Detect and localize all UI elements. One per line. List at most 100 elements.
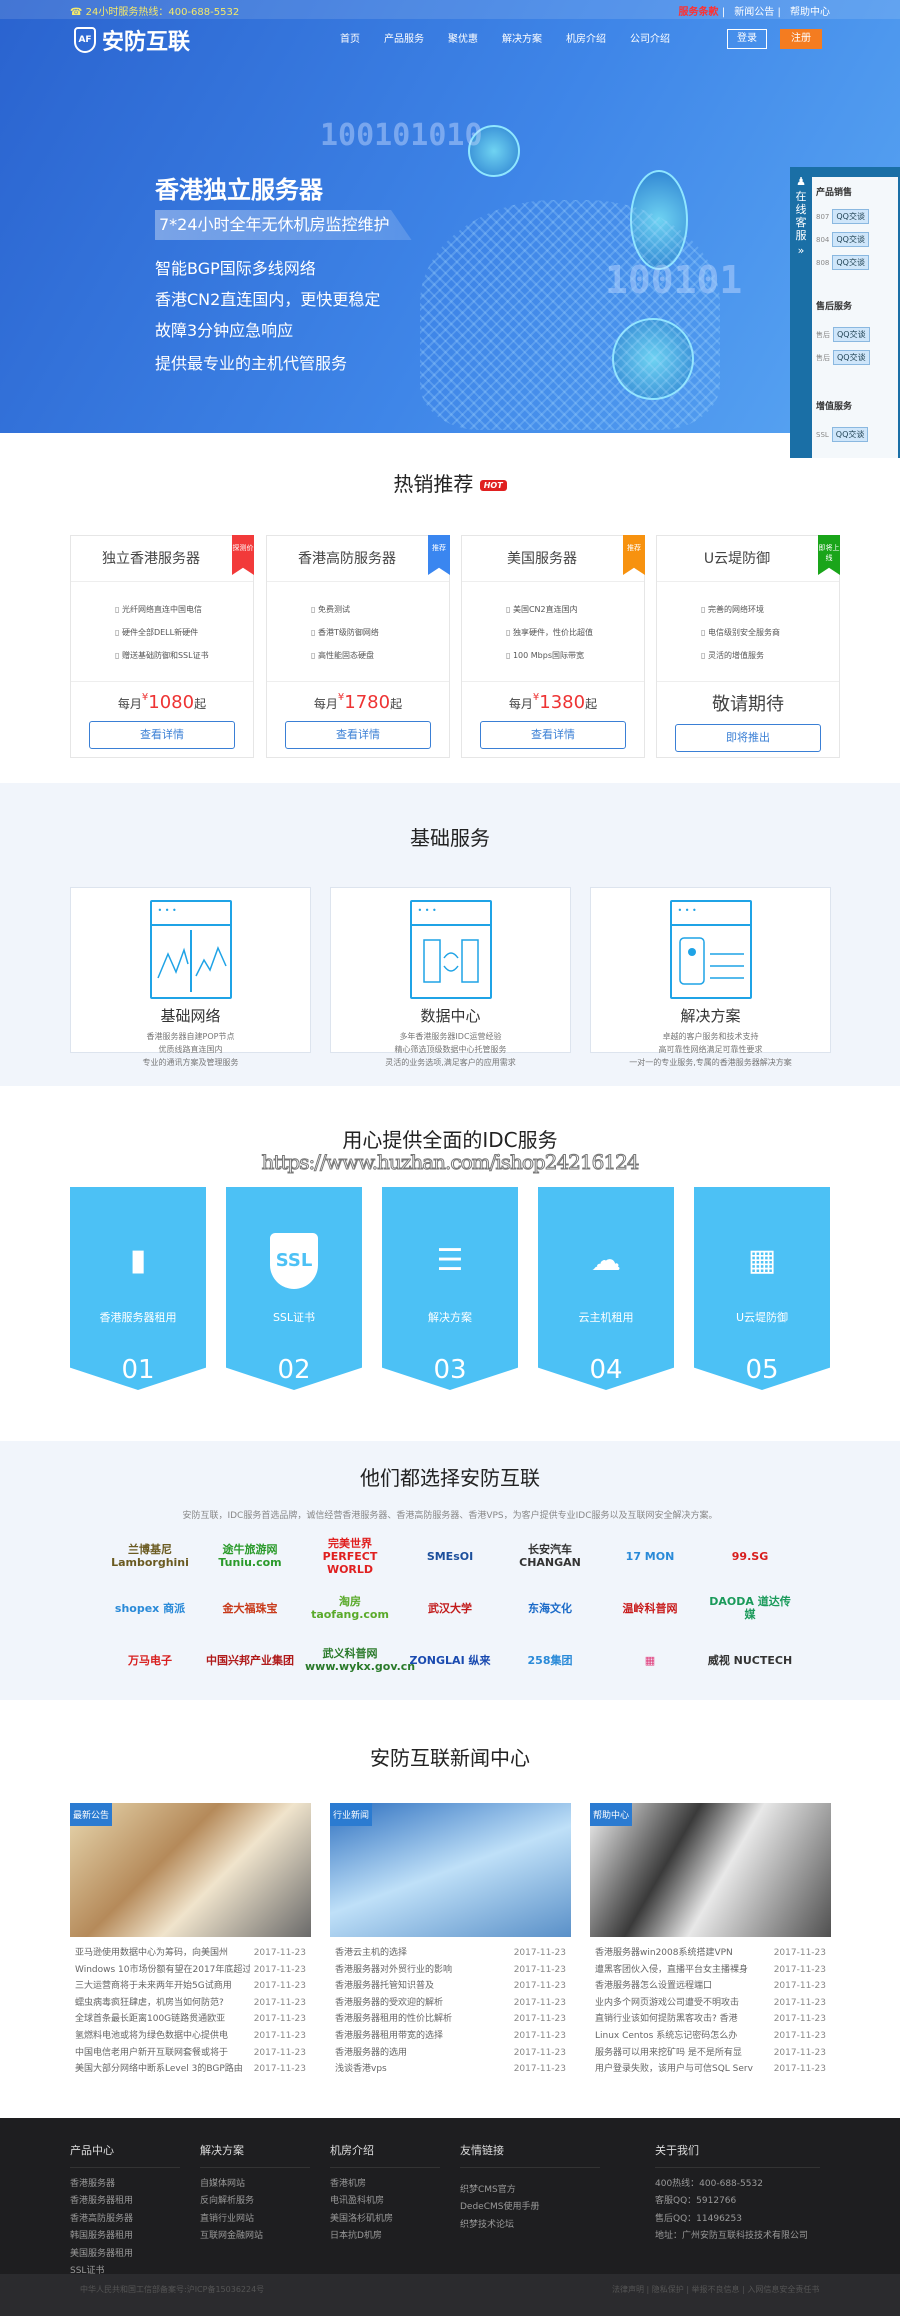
news-item[interactable]: 全球首条最长距离100G链路贯通欧亚 2017-11-23 — [75, 2011, 306, 2028]
news-item[interactable]: 亚马逊使用数据中心为筹码，向美国州 2017-11-23 — [75, 1945, 306, 1962]
footer-link[interactable]: 香港服务器租用 — [70, 2193, 180, 2211]
news-item[interactable]: 氢燃料电池或将为绿色数据中心提供电 2017-11-23 — [75, 2028, 306, 2045]
register-button[interactable]: 注册 — [780, 29, 822, 49]
footer-link[interactable]: 织梦CMS官方 — [460, 2182, 600, 2200]
footer-link[interactable]: 自媒体网站 — [200, 2176, 310, 2194]
news-item[interactable]: 浅谈香港vps 2017-11-23 — [335, 2061, 566, 2078]
news-image[interactable]: 最新公告 — [70, 1803, 311, 1937]
news-title[interactable]: 中国电信老用户新开互联网套餐或将于 — [75, 2045, 250, 2062]
idc-service-item[interactable]: ☰ 解决方案 03 — [382, 1187, 518, 1390]
footer-link[interactable]: DedeCMS使用手册 — [460, 2199, 600, 2217]
nav-solutions[interactable]: 解决方案 — [502, 30, 542, 45]
idc-service-item[interactable]: ▦ U云堤防御 05 — [694, 1187, 830, 1390]
footer-link[interactable]: 直销行业网站 — [200, 2211, 310, 2229]
news-title[interactable]: 香港服务器win2008系统搭建VPN — [595, 1945, 770, 1962]
idc-service-item[interactable]: ▮ 香港服务器租用 01 — [70, 1187, 206, 1390]
link-news[interactable]: 新闻公告 — [734, 7, 774, 18]
news-category-tag[interactable]: 最新公告 — [70, 1803, 113, 1826]
details-button[interactable]: 查看详情 — [285, 721, 431, 749]
news-item[interactable]: Windows 10市场份额有望在2017年底超过 2017-11-23 — [75, 1962, 306, 1979]
footer-link[interactable]: 美国洛杉矶机房 — [330, 2211, 440, 2229]
news-item[interactable]: 香港服务器托管知识普及 2017-11-23 — [335, 1978, 566, 1995]
service-card[interactable]: • • • 解决方案 卓越的客户服务和技术支持 高可靠性网络满足可靠性要求 一对一的… — [590, 887, 831, 1067]
link-help[interactable]: 帮助中心 — [790, 7, 830, 18]
news-item[interactable]: 香港服务器对外贸行业的影响 2017-11-23 — [335, 1962, 566, 1979]
news-item[interactable]: 香港服务器win2008系统搭建VPN 2017-11-23 — [595, 1945, 826, 1962]
login-button[interactable]: 登录 — [727, 29, 767, 49]
footer-link[interactable]: 织梦技术论坛 — [460, 2217, 600, 2235]
news-title[interactable]: 三大运营商将于未来两年开始5G试商用 — [75, 1978, 250, 1995]
nav-datacenter[interactable]: 机房介绍 — [566, 30, 606, 45]
service-card[interactable]: • • • 数据中心 多年香港服务器IDC运营经验 精心筛选顶级数据中心托管服务灵… — [330, 887, 571, 1067]
nav-deals[interactable]: 聚优惠 — [448, 30, 478, 45]
news-title[interactable]: 美国大部分网络中断系Level 3的BGP路由 — [75, 2061, 250, 2078]
news-item[interactable]: 遭黑客团伙入侵，直播平台女主播裸身 2017-11-23 — [595, 1962, 826, 1979]
details-button[interactable]: 查看详情 — [480, 721, 626, 749]
qq-chat-button[interactable]: QQ交谈 — [831, 427, 869, 442]
news-title[interactable]: Windows 10市场份额有望在2017年底超过 — [75, 1962, 250, 1979]
service-toggle[interactable]: ♟ 在线客服 » — [790, 167, 812, 458]
details-button[interactable]: 即将推出 — [675, 724, 821, 752]
news-item[interactable]: 中国电信老用户新开互联网套餐或将于 2017-11-23 — [75, 2045, 306, 2062]
news-title[interactable]: 遭黑客团伙入侵，直播平台女主播裸身 — [595, 1962, 770, 1979]
news-item[interactable]: Linux Centos 系统忘记密码怎么办 2017-11-23 — [595, 2028, 826, 2045]
qq-chat-button[interactable]: QQ交谈 — [832, 232, 869, 247]
news-item[interactable]: 业内多个网页游戏公司遭受不明攻击 2017-11-23 — [595, 1995, 826, 2012]
footer-link[interactable]: 香港服务器 — [70, 2176, 180, 2194]
news-item[interactable]: 香港服务器的受欢迎的解析 2017-11-23 — [335, 1995, 566, 2012]
news-item[interactable]: 用户登录失败，该用户与可信SQL Serv 2017-11-23 — [595, 2061, 826, 2078]
news-title[interactable]: Linux Centos 系统忘记密码怎么办 — [595, 2028, 770, 2045]
footer-link[interactable]: 韩国服务器租用 — [70, 2228, 180, 2246]
details-button[interactable]: 查看详情 — [89, 721, 235, 749]
legal-links[interactable]: 法律声明 | 隐私保护 | 举报不良信息 | 入网信息安全责任书 — [612, 2284, 819, 2295]
news-title[interactable]: 直销行业该如何提防黑客攻击? 香港 — [595, 2011, 770, 2028]
news-title[interactable]: 服务器可以用来挖矿吗 是不是所有显 — [595, 2045, 770, 2062]
news-item[interactable]: 香港云主机的选择 2017-11-23 — [335, 1945, 566, 1962]
footer-link[interactable]: 反向解析服务 — [200, 2193, 310, 2211]
nav-home[interactable]: 首页 — [340, 30, 360, 45]
footer-link[interactable]: 香港机房 — [330, 2176, 440, 2194]
qq-chat-button[interactable]: QQ交谈 — [833, 327, 870, 342]
qq-chat-button[interactable]: QQ交谈 — [832, 255, 869, 270]
news-item[interactable]: 香港服务器租用的性价比解析 2017-11-23 — [335, 2011, 566, 2028]
news-title[interactable]: 香港服务器的受欢迎的解析 — [335, 1995, 510, 2012]
footer-link[interactable]: 香港高防服务器 — [70, 2211, 180, 2229]
news-item[interactable]: 香港服务器租用带宽的选择 2017-11-23 — [335, 2028, 566, 2045]
news-title[interactable]: 亚马逊使用数据中心为筹码，向美国州 — [75, 1945, 250, 1962]
site-logo[interactable]: AF 安防互联 — [74, 24, 190, 56]
news-title[interactable]: 全球首条最长距离100G链路贯通欧亚 — [75, 2011, 250, 2028]
news-item[interactable]: 服务器可以用来挖矿吗 是不是所有显 2017-11-23 — [595, 2045, 826, 2062]
qq-chat-button[interactable]: QQ交谈 — [832, 209, 869, 224]
qq-chat-button[interactable]: QQ交谈 — [833, 350, 870, 365]
idc-service-item[interactable]: ☁ 云主机租用 04 — [538, 1187, 674, 1390]
news-title[interactable]: 香港服务器的选用 — [335, 2045, 510, 2062]
footer-link[interactable]: SSL证书 — [70, 2263, 180, 2281]
nav-products[interactable]: 产品服务 — [384, 30, 424, 45]
news-title[interactable]: 浅谈香港vps — [335, 2061, 510, 2078]
service-card[interactable]: • • • 基础网络 香港服务器自建POP节点 优质线路直连国内 专业的通讯方案及管… — [70, 887, 311, 1067]
news-item[interactable]: 蠕虫病毒疯狂肆虐，机房当如何防范? 2017-11-23 — [75, 1995, 306, 2012]
news-title[interactable]: 用户登录失败，该用户与可信SQL Serv — [595, 2061, 770, 2078]
news-title[interactable]: 香港服务器租用的性价比解析 — [335, 2011, 510, 2028]
news-image[interactable]: 帮助中心 — [590, 1803, 831, 1937]
footer-link[interactable]: 美国服务器租用 — [70, 2246, 180, 2264]
news-category-tag[interactable]: 行业新闻 — [330, 1803, 373, 1826]
footer-link[interactable]: 互联网金融网站 — [200, 2228, 310, 2246]
news-title[interactable]: 业内多个网页游戏公司遭受不明攻击 — [595, 1995, 770, 2012]
news-item[interactable]: 香港服务器怎么设置远程端口 2017-11-23 — [595, 1978, 826, 1995]
news-title[interactable]: 香港服务器对外贸行业的影响 — [335, 1962, 510, 1979]
news-title[interactable]: 香港服务器租用带宽的选择 — [335, 2028, 510, 2045]
idc-service-item[interactable]: SSL SSL证书 02 — [226, 1187, 362, 1390]
news-title[interactable]: 香港云主机的选择 — [335, 1945, 510, 1962]
news-item[interactable]: 三大运营商将于未来两年开始5G试商用 2017-11-23 — [75, 1978, 306, 1995]
news-item[interactable]: 直销行业该如何提防黑客攻击? 香港 2017-11-23 — [595, 2011, 826, 2028]
nav-company[interactable]: 公司介绍 — [630, 30, 670, 45]
news-image[interactable]: 行业新闻 — [330, 1803, 571, 1937]
news-category-tag[interactable]: 帮助中心 — [590, 1803, 633, 1826]
news-title[interactable]: 香港服务器怎么设置远程端口 — [595, 1978, 770, 1995]
footer-link[interactable]: 电讯盈科机房 — [330, 2193, 440, 2211]
news-title[interactable]: 香港服务器托管知识普及 — [335, 1978, 510, 1995]
news-item[interactable]: 美国大部分网络中断系Level 3的BGP路由 2017-11-23 — [75, 2061, 306, 2078]
news-title[interactable]: 蠕虫病毒疯狂肆虐，机房当如何防范? — [75, 1995, 250, 2012]
link-terms[interactable]: 服务条款 — [679, 7, 719, 18]
